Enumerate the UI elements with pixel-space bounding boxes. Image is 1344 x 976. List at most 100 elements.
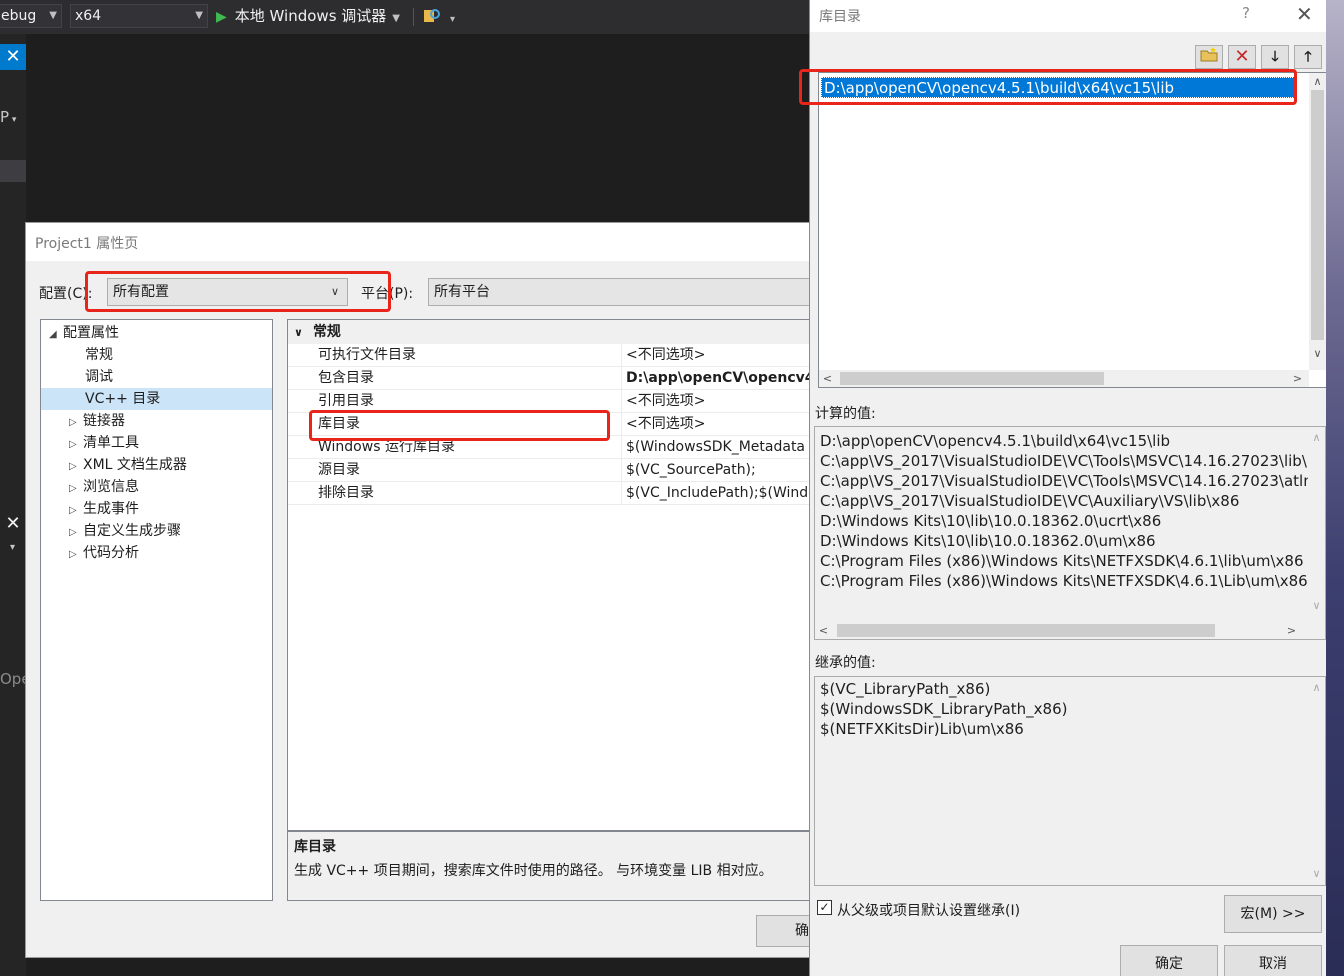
toolbar-overflow-icon[interactable]: ▾ [450, 14, 455, 25]
delete-line-button[interactable]: ✕ [1228, 45, 1256, 69]
horizontal-scrollbar[interactable]: < > [819, 370, 1309, 387]
cancel-button[interactable]: 取消 [1224, 945, 1322, 976]
expanded-chevron-icon: ∨ [294, 326, 303, 339]
solution-config-combo[interactable]: ebug ▼ [0, 4, 62, 28]
highlight-library-dirs-box [309, 410, 610, 441]
grid-row-exclude-dirs[interactable]: 排除目录 $(VC_IncludePath);$(Winde [288, 482, 817, 505]
vertical-scrollbar[interactable]: ∧ ∨ [1309, 73, 1326, 370]
toolbar-separator [413, 8, 414, 26]
dialog-title: 库目录 [819, 9, 861, 25]
grid-row-source-dirs[interactable]: 源目录 $(VC_SourcePath); [288, 459, 817, 482]
dialog-titlebar [26, 223, 814, 261]
dialog-titlebar: 库目录 ? ✕ [810, 0, 1344, 32]
tree-item-build-events[interactable]: ▷ 生成事件 [41, 498, 272, 520]
move-down-button[interactable]: 🡓 [1261, 45, 1289, 69]
tree-item-general[interactable]: 常规 [41, 344, 272, 366]
computed-values-label: 计算的值: [815, 406, 876, 422]
checkmark-icon: ✓ [819, 900, 830, 914]
delete-icon: ✕ [1234, 46, 1250, 67]
computed-value: D:\Windows Kits\10\lib\10.0.18362.0\ucrt… [820, 512, 1162, 530]
computed-value: C:\app\VS_2017\VisualStudioIDE\VC\Tools\… [820, 452, 1307, 470]
expanded-triangle-icon: ◢ [49, 329, 57, 340]
property-grid: ∨ 常规 可执行文件目录 <不同选项> 包含目录 D:\app\openCV\open… [287, 319, 817, 831]
collapsed-triangle-icon: ▷ [69, 417, 77, 428]
inherit-checkbox-label[interactable]: 从父级或项目默认设置继承(I) [837, 900, 1020, 920]
tree-item-linker[interactable]: ▷ 链接器 [41, 410, 272, 432]
inherited-value: $(VC_LibraryPath_x86) [820, 680, 991, 698]
computed-value: D:\app\openCV\opencv4.5.1\build\x64\vc15… [820, 432, 1171, 450]
collapsed-triangle-icon: ▷ [69, 439, 77, 450]
property-tree: ◢ 配置属性 常规 调试 VC++ 目录 ▷ 链接器 ▷ 清单工具 ▷ XML 文档生成… [40, 319, 273, 901]
solution-platform-value: x64 [75, 8, 102, 24]
scroll-right-icon[interactable]: > [1283, 622, 1300, 639]
new-folder-icon [1200, 47, 1218, 66]
computed-value: D:\Windows Kits\10\lib\10.0.18362.0\um\x… [820, 532, 1156, 550]
start-debugging-button[interactable]: ▶ 本地 Windows 调试器 ▼ [216, 4, 400, 28]
move-up-button[interactable]: 🡑 [1294, 45, 1322, 69]
property-pages-dialog: Project1 属性页 配置(C): 所有配置 ∨ 平台(P): 所有平台 ◢… [25, 222, 826, 958]
close-icon[interactable]: ✕ [0, 44, 26, 70]
play-icon: ▶ [216, 9, 227, 25]
horizontal-scrollbar[interactable]: < > [815, 622, 1309, 639]
collapsed-triangle-icon: ▷ [69, 549, 77, 560]
scroll-up-icon[interactable]: ∧ [1309, 73, 1326, 90]
chevron-down-icon: ▼ [392, 13, 400, 24]
solution-platform-combo[interactable]: x64 ▼ [70, 4, 208, 28]
collapsed-triangle-icon: ▷ [69, 505, 77, 516]
library-dirs-list: D:\app\openCV\opencv4.5.1\build\x64\vc15… [818, 72, 1327, 388]
scroll-down-icon[interactable]: ∨ [1308, 597, 1325, 614]
close-button[interactable]: ✕ [1296, 2, 1313, 26]
scroll-thumb[interactable] [837, 624, 1215, 637]
find-in-files-icon[interactable] [422, 6, 442, 26]
scroll-up-icon[interactable]: ∧ [1308, 679, 1325, 696]
dialog-title: Project1 属性页 [35, 236, 139, 252]
scroll-right-icon[interactable]: > [1289, 370, 1306, 387]
scroll-thumb[interactable] [840, 372, 1104, 385]
solution-config-value: ebug [1, 8, 37, 24]
tree-item-custom-build-step[interactable]: ▷ 自定义生成步骤 [41, 520, 272, 542]
vertical-scrollbar[interactable]: ∧ ∨ [1308, 677, 1325, 885]
inherited-value: $(NETFXKitsDir)Lib\um\x86 [820, 720, 1024, 738]
vs-toolbar: ebug ▼ x64 ▼ ▶ 本地 Windows 调试器 ▼ ▾ [0, 0, 810, 34]
scroll-left-icon[interactable]: < [819, 370, 836, 387]
new-line-button[interactable] [1195, 45, 1223, 69]
scroll-thumb[interactable] [1311, 90, 1324, 340]
inherited-values-label: 继承的值: [815, 655, 876, 671]
ide-selected-band [0, 160, 26, 182]
computed-value: C:\Program Files (x86)\Windows Kits\NETF… [820, 572, 1308, 590]
inherit-checkbox[interactable]: ✓ [817, 900, 832, 915]
help-button[interactable]: ? [1242, 4, 1250, 22]
tree-item-browse-info[interactable]: ▷ 浏览信息 [41, 476, 272, 498]
macros-button[interactable]: 宏(M) >> [1224, 895, 1322, 933]
scroll-down-icon[interactable]: ∨ [1308, 865, 1325, 882]
computed-values-box: D:\app\openCV\opencv4.5.1\build\x64\vc15… [814, 426, 1326, 640]
close-icon[interactable]: ✕ [0, 511, 26, 537]
highlight-entry-box [799, 69, 1297, 105]
property-description: 库目录 生成 VC++ 项目期间，搜索库文件时使用的路径。 与环境变量 LIB … [287, 831, 817, 901]
library-dirs-dialog: 库目录 ? ✕ ✕ 🡓 🡑 D:\app\openCV\opencv4.5.1\… [799, 0, 1344, 976]
grid-row-include-dirs[interactable]: 包含目录 D:\app\openCV\opencv4 [288, 367, 817, 390]
vertical-scrollbar[interactable]: ∧ ∨ [1308, 427, 1325, 620]
desktop-wallpaper [1326, 0, 1344, 976]
ok-button[interactable]: 确定 [1120, 945, 1218, 976]
tree-item-debugging[interactable]: 调试 [41, 366, 272, 388]
tree-item-xml-doc-generator[interactable]: ▷ XML 文档生成器 [41, 454, 272, 476]
inherited-values-box: $(VC_LibraryPath_x86) $(WindowsSDK_Libra… [814, 676, 1326, 886]
scroll-left-icon[interactable]: < [815, 622, 832, 639]
scroll-up-icon[interactable]: ∧ [1308, 429, 1325, 446]
chevron-down-icon: ▼ [195, 10, 203, 21]
highlight-config-box [85, 271, 391, 312]
panel-fragment: P ▾ [0, 108, 17, 126]
tree-item-code-analysis[interactable]: ▷ 代码分析 [41, 542, 272, 564]
arrow-up-icon: 🡑 [1304, 49, 1312, 65]
tree-item-config-properties[interactable]: ◢ 配置属性 [41, 322, 272, 344]
grid-category-general[interactable]: ∨ 常规 [288, 320, 817, 344]
platform-select[interactable]: 所有平台 [428, 278, 818, 306]
collapsed-triangle-icon: ▷ [69, 483, 77, 494]
scroll-down-icon[interactable]: ∨ [1309, 345, 1326, 362]
computed-value: C:\app\VS_2017\VisualStudioIDE\VC\Tools\… [820, 472, 1318, 490]
grid-row-executable-dirs[interactable]: 可执行文件目录 <不同选项> [288, 344, 817, 367]
tree-item-manifest-tool[interactable]: ▷ 清单工具 [41, 432, 272, 454]
tree-item-vc-directories[interactable]: VC++ 目录 [41, 388, 272, 410]
chevron-down-icon: ▾ [10, 542, 16, 553]
